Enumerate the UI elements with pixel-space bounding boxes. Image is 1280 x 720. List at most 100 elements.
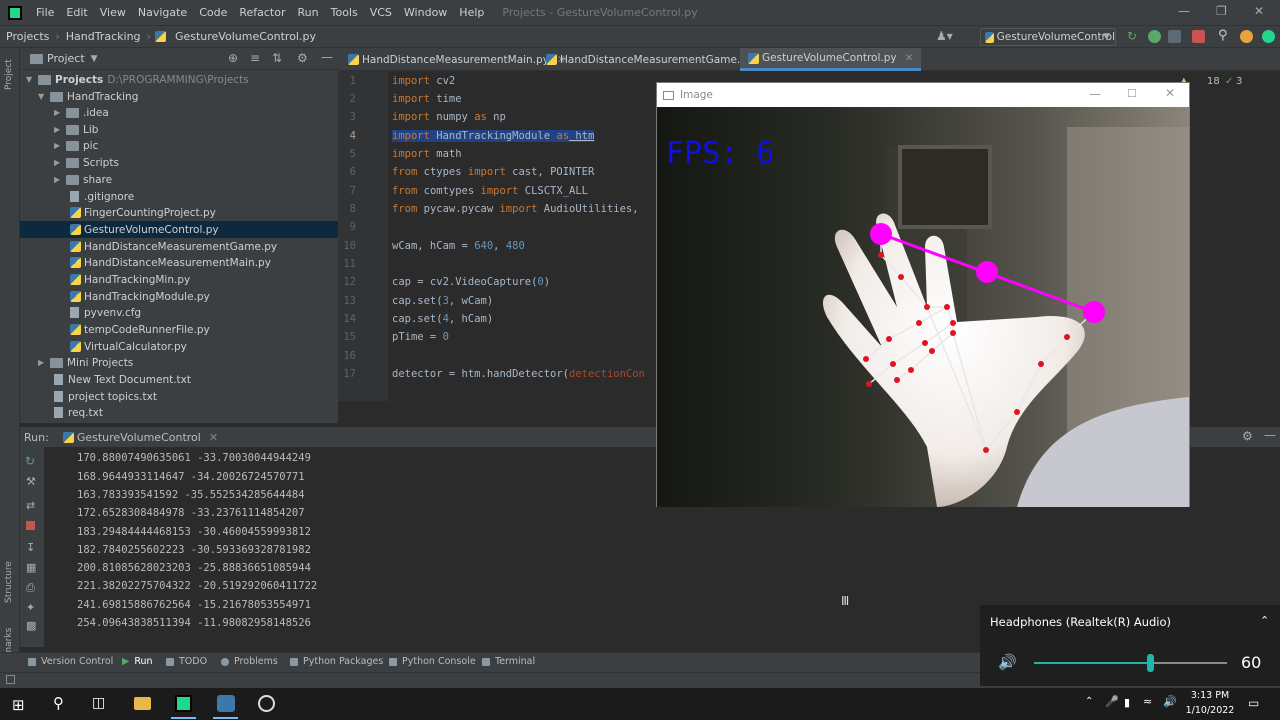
- breadcrumb-projects[interactable]: Projects: [0, 30, 55, 43]
- version-control-tool[interactable]: Version Control: [28, 656, 113, 667]
- scroll-to-end-icon[interactable]: ↧: [26, 541, 35, 554]
- tray-overflow-icon[interactable]: ⌃: [1085, 696, 1093, 707]
- tree-item-pic[interactable]: ▶ pic: [54, 137, 98, 154]
- tree-item-req[interactable]: req.txt: [54, 404, 103, 421]
- pin-icon[interactable]: ✦: [26, 601, 35, 614]
- menu-tools[interactable]: Tools: [325, 6, 364, 19]
- problems-tool[interactable]: Problems: [221, 656, 278, 667]
- tree-item-handtracking[interactable]: ▼ HandTracking: [38, 88, 138, 105]
- tree-item-handdistancemain[interactable]: HandDistanceMeasurementMain.py: [70, 254, 271, 271]
- todo-tool[interactable]: TODO: [166, 656, 207, 667]
- menu-window[interactable]: Window: [398, 6, 453, 19]
- jetbrains-icon[interactable]: [1262, 30, 1275, 43]
- gear-icon[interactable]: ⚙: [297, 51, 308, 65]
- rerun-icon[interactable]: ↻: [1127, 29, 1140, 43]
- tree-item-scripts[interactable]: ▶ Scripts: [54, 154, 119, 171]
- wrench-icon[interactable]: ⚒: [26, 475, 36, 488]
- menu-navigate[interactable]: Navigate: [132, 6, 193, 19]
- tree-item-handdistancegame[interactable]: HandDistanceMeasurementGame.py: [70, 238, 277, 255]
- tree-item-fingercounting[interactable]: FingerCountingProject.py: [70, 204, 216, 221]
- close-tab-icon[interactable]: ✕: [209, 431, 218, 444]
- tree-item-gitignore[interactable]: .gitignore: [70, 188, 134, 205]
- terminal-tool[interactable]: Terminal: [482, 656, 535, 667]
- debug-icon[interactable]: [1148, 30, 1161, 43]
- python-packages-tool[interactable]: Python Packages: [290, 656, 383, 667]
- weak-warning-icon[interactable]: ✓: [1225, 76, 1233, 87]
- close-tab-icon[interactable]: ✕: [905, 52, 914, 64]
- locate-icon[interactable]: ⊕: [228, 51, 238, 65]
- restore-icon[interactable]: ❐: [1216, 4, 1227, 18]
- gear-icon[interactable]: ⚙: [1242, 429, 1253, 443]
- tree-item-handtrackingmodule[interactable]: HandTrackingModule.py: [70, 288, 210, 305]
- minimize-icon[interactable]: —: [1178, 4, 1190, 18]
- collapse-all-icon[interactable]: ≡: [250, 51, 260, 65]
- tree-item-newtextdocument[interactable]: New Text Document.txt: [54, 371, 191, 388]
- breadcrumb-file[interactable]: GestureVolumeControl.py: [169, 30, 322, 43]
- rerun-icon[interactable]: ↻: [25, 454, 35, 468]
- menu-file[interactable]: File: [30, 6, 60, 19]
- warnings-count[interactable]: 18: [1207, 76, 1220, 87]
- tree-item-tempcoderunner[interactable]: tempCodeRunnerFile.py: [70, 321, 210, 338]
- run-config-tab[interactable]: GestureVolumeControl: [77, 431, 201, 444]
- tree-item-miniprojects[interactable]: ▶ Mini Projects: [38, 354, 133, 371]
- tree-item-idea[interactable]: ▶ .idea: [54, 104, 109, 121]
- python-console-tool[interactable]: Python Console: [389, 656, 476, 667]
- tree-item-projects[interactable]: ▼ Projects D:\PROGRAMMING\Projects: [26, 71, 249, 88]
- maximize-icon[interactable]: ☐: [1127, 87, 1137, 100]
- project-tool-label[interactable]: Project: [4, 59, 14, 90]
- trash-icon[interactable]: ▩: [26, 619, 36, 632]
- menu-code[interactable]: Code: [193, 6, 233, 19]
- image-window-titlebar[interactable]: Image — ☐ ✕: [657, 83, 1189, 107]
- run-tool[interactable]: ▶ Run: [122, 656, 153, 667]
- clock-time[interactable]: 3:13 PM: [1190, 690, 1230, 701]
- user-icon[interactable]: ♟▾: [936, 29, 953, 43]
- run-config-select[interactable]: GestureVolumeControl ▼: [980, 28, 1116, 46]
- structure-tool-label[interactable]: Structure: [4, 561, 14, 603]
- status-square-icon[interactable]: [6, 675, 15, 684]
- menu-run[interactable]: Run: [292, 6, 325, 19]
- tab-gesturevolumecontrol[interactable]: GestureVolumeControl.py ✕: [740, 48, 922, 71]
- search-icon[interactable]: ⚲: [53, 694, 64, 712]
- audio-device-name[interactable]: Headphones (Realtek(R) Audio): [990, 615, 1171, 629]
- menu-edit[interactable]: Edit: [60, 6, 93, 19]
- print-icon[interactable]: ⎙: [26, 581, 35, 595]
- task-view-icon[interactable]: ◫: [92, 695, 105, 711]
- expand-all-icon[interactable]: ⇅: [272, 51, 282, 65]
- tree-item-gesturevolumecontrol[interactable]: GestureVolumeControl.py: [20, 221, 338, 238]
- update-icon[interactable]: [1240, 30, 1253, 43]
- coverage-icon[interactable]: [1168, 30, 1181, 43]
- close-icon[interactable]: ✕: [1165, 86, 1175, 100]
- menu-refactor[interactable]: Refactor: [233, 6, 291, 19]
- hide-panel-icon[interactable]: —: [1264, 428, 1276, 442]
- microphone-icon[interactable]: 🎤: [1105, 695, 1119, 708]
- windows-start-icon[interactable]: ⊞: [12, 696, 25, 714]
- search-icon[interactable]: ⚲: [1218, 28, 1228, 43]
- volume-thumb[interactable]: [1146, 654, 1154, 672]
- battery-icon[interactable]: ▮: [1124, 696, 1130, 709]
- tree-item-lib[interactable]: ▶ Lib: [54, 121, 98, 138]
- volume-track[interactable]: [1034, 654, 1227, 672]
- menu-help[interactable]: Help: [453, 6, 490, 19]
- volume-tray-icon[interactable]: 🔊: [1163, 695, 1177, 708]
- notification-icon[interactable]: ▭: [1248, 696, 1259, 710]
- wifi-icon[interactable]: ≈: [1143, 695, 1152, 708]
- tree-item-pyvenv[interactable]: pyvenv.cfg: [70, 304, 141, 321]
- tree-item-share[interactable]: ▶ share: [54, 171, 112, 188]
- project-panel-title[interactable]: Project: [47, 52, 85, 65]
- clock-date[interactable]: 1/10/2022: [1184, 705, 1236, 716]
- menu-view[interactable]: View: [94, 6, 132, 19]
- chevron-down-icon[interactable]: ▼: [91, 54, 98, 64]
- tree-item-handtrackingmin[interactable]: HandTrackingMin.py: [70, 271, 190, 288]
- python-taskbar-icon[interactable]: [217, 695, 235, 712]
- stop-icon[interactable]: [1192, 30, 1205, 43]
- hide-panel-icon[interactable]: —: [321, 50, 333, 64]
- menu-vcs[interactable]: VCS: [364, 6, 398, 19]
- weak-warnings-count[interactable]: 3: [1236, 76, 1242, 87]
- speaker-icon[interactable]: 🔊: [998, 653, 1017, 671]
- close-icon[interactable]: ✕: [1254, 4, 1264, 18]
- file-explorer-icon[interactable]: [134, 697, 151, 710]
- minimize-icon[interactable]: —: [1089, 87, 1101, 101]
- image-window[interactable]: Image — ☐ ✕ FPS: 6: [656, 82, 1190, 507]
- chrome-taskbar-icon[interactable]: [258, 695, 275, 712]
- chevron-up-icon[interactable]: ⌃: [1260, 614, 1269, 627]
